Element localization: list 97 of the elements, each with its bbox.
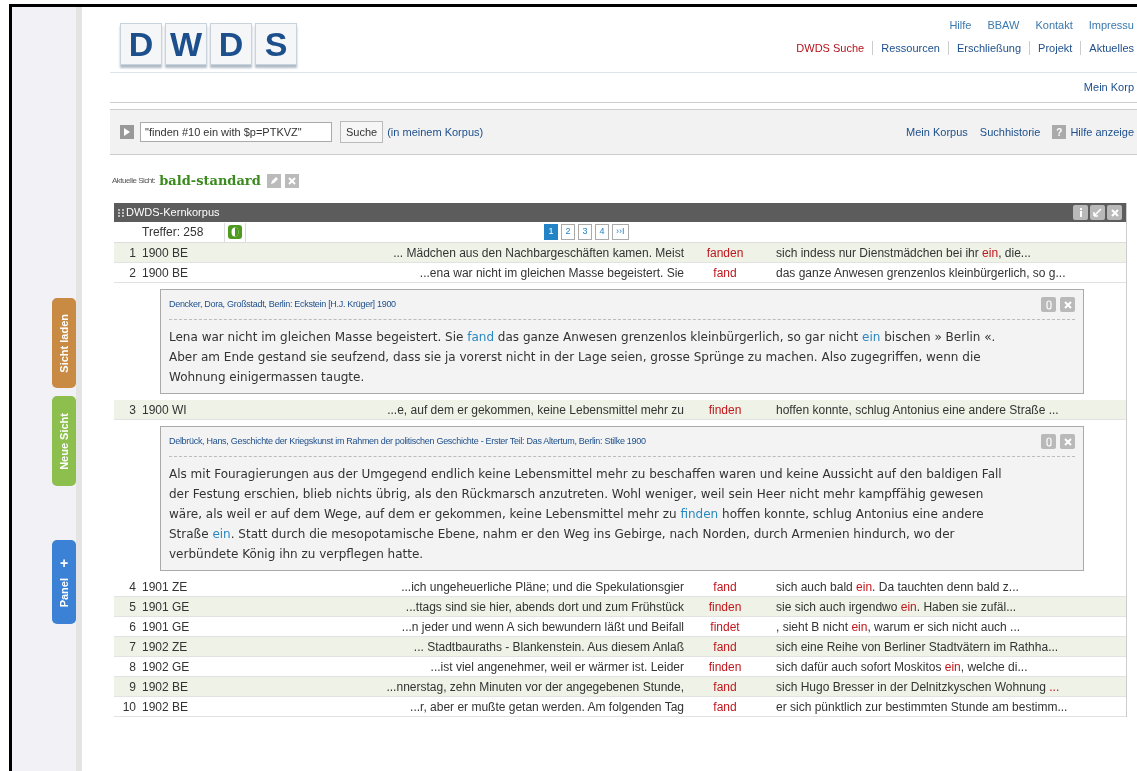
row-number: 3 [128, 401, 137, 419]
row-number: 4 [128, 578, 137, 596]
panel-title: DWDS-Kernkorpus [126, 205, 221, 221]
help-link[interactable]: Hilfe anzeige [1070, 123, 1134, 141]
left-context: ...ttags sind sie hier, abends dort und zum Frühstück [404, 598, 684, 616]
row-number: 6 [128, 618, 137, 636]
view-name: bald-standard [159, 172, 261, 191]
right-context: sich Hugo Bresser in der Delnitzkyschen Wohnung ... [776, 678, 1060, 696]
right-context: sich dafür auch sofort Moskitos ein, welche di... [776, 658, 1028, 676]
info-icon[interactable] [1073, 205, 1088, 220]
left-context: ... Stadtbauraths - Blankenstein. Aus diesem Anlaß [412, 638, 684, 656]
nav-link[interactable]: Ressourcen [881, 39, 940, 56]
pin-icon[interactable] [1041, 434, 1056, 449]
row-number: 8 [128, 658, 137, 676]
edit-icon[interactable] [266, 174, 281, 188]
logo-letter: W [165, 23, 207, 65]
top-link[interactable]: BBAW [987, 17, 1020, 34]
source-cell-text: 1900 BE [142, 264, 190, 282]
keyword[interactable]: finden [684, 657, 766, 676]
keyword[interactable]: fand [684, 697, 766, 716]
keyword[interactable]: fanden [684, 243, 766, 262]
sub-nav-link[interactable]: Mein Korp [1083, 79, 1134, 96]
right-context: hoffen konnte, schlug Antonius eine andere Straße ... [776, 401, 1059, 419]
resize-icon[interactable] [1090, 205, 1105, 220]
row-number: 2 [128, 264, 137, 282]
right-context: sich indess nur Dienstmädchen bei ihr ein, die... [776, 244, 1031, 262]
nav-link[interactable]: DWDS Suche [796, 39, 865, 56]
left-context: ...ich ungeheuerliche Pläne; und die Spekulationsgier [400, 578, 684, 596]
left-context: ...ist viel angenehmer, weil er wärmer ist. Leider [429, 658, 684, 676]
keyword[interactable]: finden [684, 597, 766, 616]
right-context: sich eine Reihe von Berliner Stadtvätern im Rathha... [776, 638, 1059, 656]
close-icon[interactable] [1107, 205, 1122, 220]
source-cell-text: 1902 GE [142, 658, 191, 676]
logo-letter: D [120, 23, 162, 65]
source-cell-text: 1901 GE [142, 598, 191, 616]
source-cell-text: 1901 GE [142, 618, 191, 636]
grip-icon [118, 208, 124, 217]
search-link[interactable]: Suchhistorie [979, 123, 1041, 141]
page-button[interactable]: 4 [595, 224, 609, 240]
nav-link[interactable]: Aktuelles [1089, 39, 1134, 56]
source-cell-text: 1901 ZE [142, 578, 189, 596]
citation[interactable]: Delbrück, Hans, Geschichte der Kriegskunst im Rahmen der politischen Geschichte - Erster Teil: Das Altertum, Berlin: Stilke 1900 [169, 434, 1037, 449]
hit-count: Treffer: 258 [142, 224, 205, 241]
top-link[interactable]: Kontakt [1035, 17, 1073, 34]
nav-link[interactable]: Projekt [1038, 39, 1073, 56]
source-cell-text: 1902 BE [142, 698, 190, 716]
left-context: ...n jeder und wenn A sich bewundern läßt und Beifall [400, 618, 684, 636]
context-text: Als mit Fouragierungen aus der Umgegend endlich keine Lebensmittel mehr zu beschaffen waren und keine Aussicht auf den baldigen Fall der Festung erschien, blieb nichts übrig, als den Rückmarsch anzutreten. Wohl weniger, weil sein Heer nicht mehr kampffähig gewesen wäre, als weil er auf dem Wege, auf dem er gekommen, keine Lebensmittel mehr zu finden hoffen konnte, schlug Antonius eine andere Straße ein. Statt durch die mesopotamische Ebene, nahm er den Weg ins Gebirge, nach Norden, durch Armenien hindurch, wo der verbündete König ihn zu verpflegen hatte. [169, 466, 1003, 563]
right-context: sich auch bald ein. Da tauchten denn bald z... [776, 578, 1019, 596]
source-cell-text: 1900 WI [142, 401, 188, 419]
page-button[interactable]: 2 [561, 224, 575, 240]
pin-icon[interactable] [1041, 297, 1056, 312]
keyword[interactable]: fand [684, 677, 766, 696]
top-link[interactable]: Hilfe [949, 17, 972, 34]
row-number: 9 [128, 678, 137, 696]
source-cell-text: 1900 BE [142, 244, 190, 262]
left-context: ...ena war nicht im gleichen Masse begeistert. Sie [418, 264, 684, 282]
left-context: ...e, auf dem er gekommen, keine Lebensmittel mehr zu [386, 401, 684, 419]
nav-link[interactable]: Erschließung [956, 39, 1022, 56]
logo-letter: D [210, 23, 252, 65]
row-number: 1 [128, 244, 137, 262]
close-icon[interactable] [1060, 434, 1075, 449]
source-cell-text: 1902 BE [142, 678, 190, 696]
row-number: 10 [121, 698, 137, 716]
keyword[interactable]: fand [684, 263, 766, 282]
row-number: 5 [128, 598, 137, 616]
top-link[interactable]: Impressu [1088, 17, 1134, 34]
left-context: ... Mädchen aus den Nachbargeschäften kamen. Meist [392, 244, 684, 262]
play-icon[interactable] [120, 125, 134, 139]
right-context: sie sich auch irgendwo ein. Haben sie zufäl... [776, 598, 1017, 616]
left-context: ...r, aber er mußte getan werden. Am folgenden Tag [409, 698, 684, 716]
right-context: , sieht B nicht ein, warum er sich nicht auch ... [776, 618, 1021, 636]
keyword[interactable]: findet [684, 617, 766, 636]
row-number: 7 [128, 638, 137, 656]
context-text: Lena war nicht im gleichen Masse begeistert. Sie fand das ganze Anwesen grenzenlos kleinbürgerlich, so gar nicht ein bischen » Berlin «. Aber am Ende gestand sie seufzend, dass sie ja vorerst nicht in der Lage seien, grosse Sprünge zu machen. Also zugegriffen, wenn die Wohnung einigermassen taugte. [169, 329, 997, 386]
view-label: Aktuelle Sicht: [112, 175, 156, 187]
page-button[interactable]: ››I [612, 224, 629, 240]
scope-label: (in meinem Korpus) [387, 124, 484, 140]
page-button[interactable]: 1 [544, 224, 558, 240]
search-link[interactable]: Mein Korpus [906, 123, 968, 141]
left-context: ...nnerstag, zehn Minuten vor der angegebenen Stunde, [385, 678, 684, 696]
page-button[interactable]: 3 [578, 224, 592, 240]
toggle-icon[interactable] [228, 225, 242, 239]
search-button[interactable]: Suche [340, 121, 384, 143]
logo[interactable]: D W D S [120, 23, 297, 65]
citation[interactable]: Dencker, Dora, Großstadt, Berlin: Eckstein [H.J. Krüger] 1900 [169, 297, 1037, 312]
logo-letter: S [255, 23, 297, 65]
keyword[interactable]: fand [684, 637, 766, 656]
source-cell-text: 1902 ZE [142, 638, 189, 656]
right-context: das ganze Anwesen grenzenlos kleinbürgerlich, so g... [776, 264, 1066, 282]
close-icon[interactable] [284, 174, 299, 188]
keyword[interactable]: finden [684, 400, 766, 419]
right-context: er sich pünktlich zur bestimmten Stunde am bestimm... [776, 698, 1068, 716]
side-tab[interactable]: + Panel [52, 540, 76, 624]
close-icon[interactable] [1060, 297, 1075, 312]
search-field[interactable]: "finden #10 ein with $p=PTKVZ" [140, 122, 332, 142]
keyword[interactable]: fand [684, 577, 766, 596]
